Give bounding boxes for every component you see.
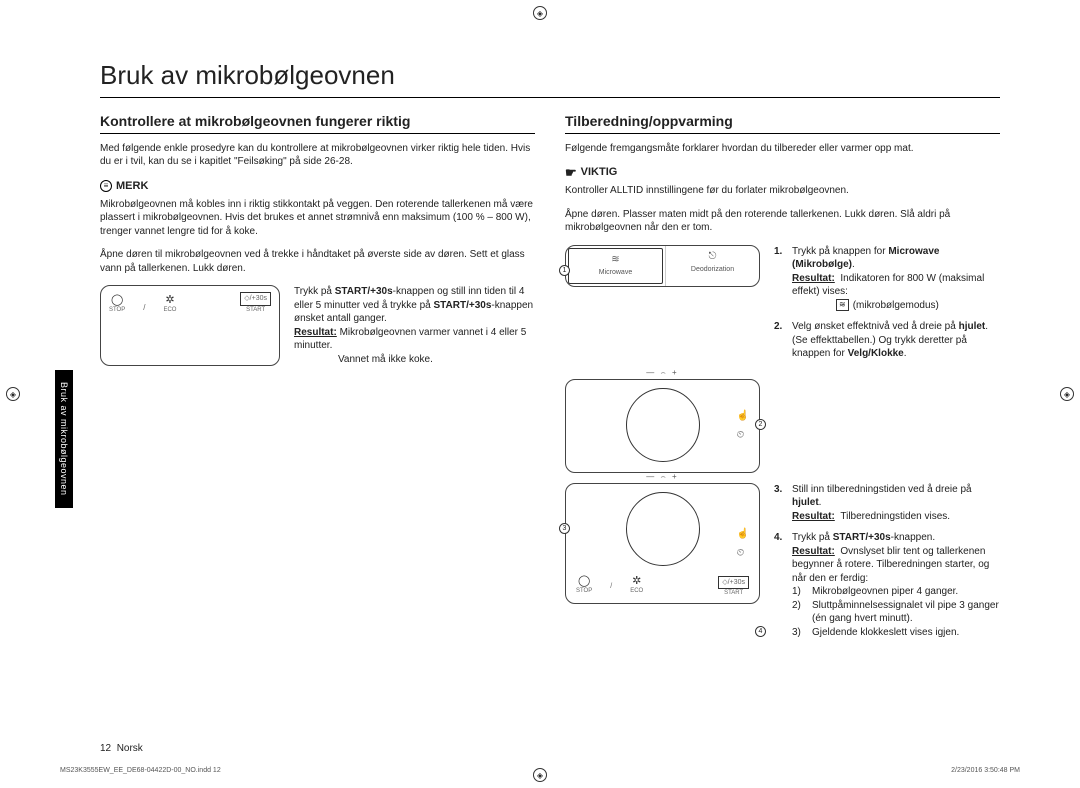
note-text: Mikrobølgeovnen må kobles inn i riktig s… — [100, 198, 535, 239]
important-heading: ☛ VIKTIG — [565, 165, 1000, 180]
start-30s-box: ◇/+30s — [240, 292, 271, 305]
eco-button-illustration: ✲ ECO — [630, 576, 643, 598]
deodorization-mode-cell: ⎋ Deodorization — [665, 246, 759, 286]
step-marker-1: 1 — [559, 265, 570, 276]
step-marker-4: 4 — [755, 626, 766, 637]
microwave-icon: ≋ — [571, 253, 660, 267]
dial-arc: ⌢ — [646, 368, 678, 379]
note-label: MERK — [116, 179, 148, 194]
important-icon: ☛ — [565, 166, 577, 179]
open-door-text: Åpne døren til mikrobølgeovnen ved å tre… — [100, 248, 535, 275]
start-button-illustration: ◇/+30s START — [240, 292, 271, 314]
dial-knob-2 — [626, 492, 700, 566]
stop-button-illustration: ◯ STOP — [109, 295, 125, 314]
right-column: Tilberedning/oppvarming Følgende fremgan… — [565, 112, 1000, 657]
title-rule — [100, 97, 1000, 98]
important-text: Kontroller ALLTID innstillingene før du … — [565, 184, 1000, 198]
stop-icon: ◯ — [111, 295, 123, 306]
step-marker-3: 3 — [559, 523, 570, 534]
dial-arc-2: ⌢ — [646, 472, 678, 483]
side-tab: Bruk av mikrobølgeovnen — [55, 370, 73, 508]
step-marker-2: 2 — [755, 419, 766, 430]
note-icon: ≡ — [100, 180, 112, 192]
clock-icon: ⏲ — [737, 429, 749, 443]
left-intro: Med følgende enkle prosedyre kan du kont… — [100, 142, 535, 169]
control-panel-figure-left: ◯ STOP / ✲ ECO ◇/+30s START — [100, 285, 280, 366]
mode-panel-figure: ≋ Microwave ⎋ Deodorization — [565, 245, 760, 287]
right-intro: Følgende fremgangsmåte forklarer hvordan… — [565, 142, 1000, 156]
hand-icon: ☝ — [737, 409, 749, 423]
dial-panel-figure-2: ⌢ ☝ ⏲ ◯ STOP / — [565, 483, 760, 605]
step-4: 4. Trykk på START/+30s-knappen. Resultat… — [774, 531, 1000, 639]
left-heading: Kontrollere at mikrobølgeovnen fungerer … — [100, 112, 535, 131]
step-4-sublist: 1)Mikrobølgeovnen piper 4 ganger. 2)Slut… — [792, 585, 1000, 639]
open-place-text: Åpne døren. Plasser maten midt på den ro… — [565, 208, 1000, 235]
crop-mark-top — [533, 6, 547, 20]
left-column: Kontrollere at mikrobølgeovnen fungerer … — [100, 112, 535, 657]
start-button-illustration: ◇/+30s START — [718, 576, 749, 598]
hand-icon: ☝ — [737, 527, 749, 541]
eco-icon: ✲ — [165, 295, 174, 306]
deodorization-icon: ⎋ — [668, 250, 757, 264]
dial-panel-figure-1: ⌢ ☝ ⏲ — [565, 379, 760, 473]
note-heading: ≡ MERK — [100, 179, 535, 194]
important-label: VIKTIG — [581, 165, 618, 180]
step-1: 1. Trykk på knappen for Microwave (Mikro… — [774, 245, 1000, 313]
right-rule — [565, 133, 1000, 134]
microwave-mode-icon: ≋ — [836, 299, 849, 311]
dial-knob — [626, 388, 700, 462]
left-step-text: Trykk på START/+30s-knappen og still inn… — [294, 285, 535, 366]
clock-icon: ⏲ — [737, 547, 749, 561]
step-2: 2. Velg ønsket effektnivå ved å dreie på… — [774, 320, 1000, 361]
right-heading: Tilberedning/oppvarming — [565, 112, 1000, 131]
footer-fine-print: MS23K3555EW_EE_DE68-04422D-00_NO.indd 12… — [60, 767, 1020, 774]
step-3: 3. Still inn tilberedningstiden ved å dr… — [774, 483, 1000, 524]
crop-mark-left — [6, 387, 20, 401]
stop-button-illustration: ◯ STOP — [576, 576, 592, 598]
left-rule — [100, 133, 535, 134]
eco-button-illustration: ✲ ECO — [163, 295, 176, 314]
page-title: Bruk av mikrobølgeovnen — [100, 60, 1000, 91]
page-footer: 12 Norsk — [100, 743, 1000, 754]
crop-mark-right — [1060, 387, 1074, 401]
microwave-mode-cell: ≋ Microwave — [568, 248, 663, 284]
